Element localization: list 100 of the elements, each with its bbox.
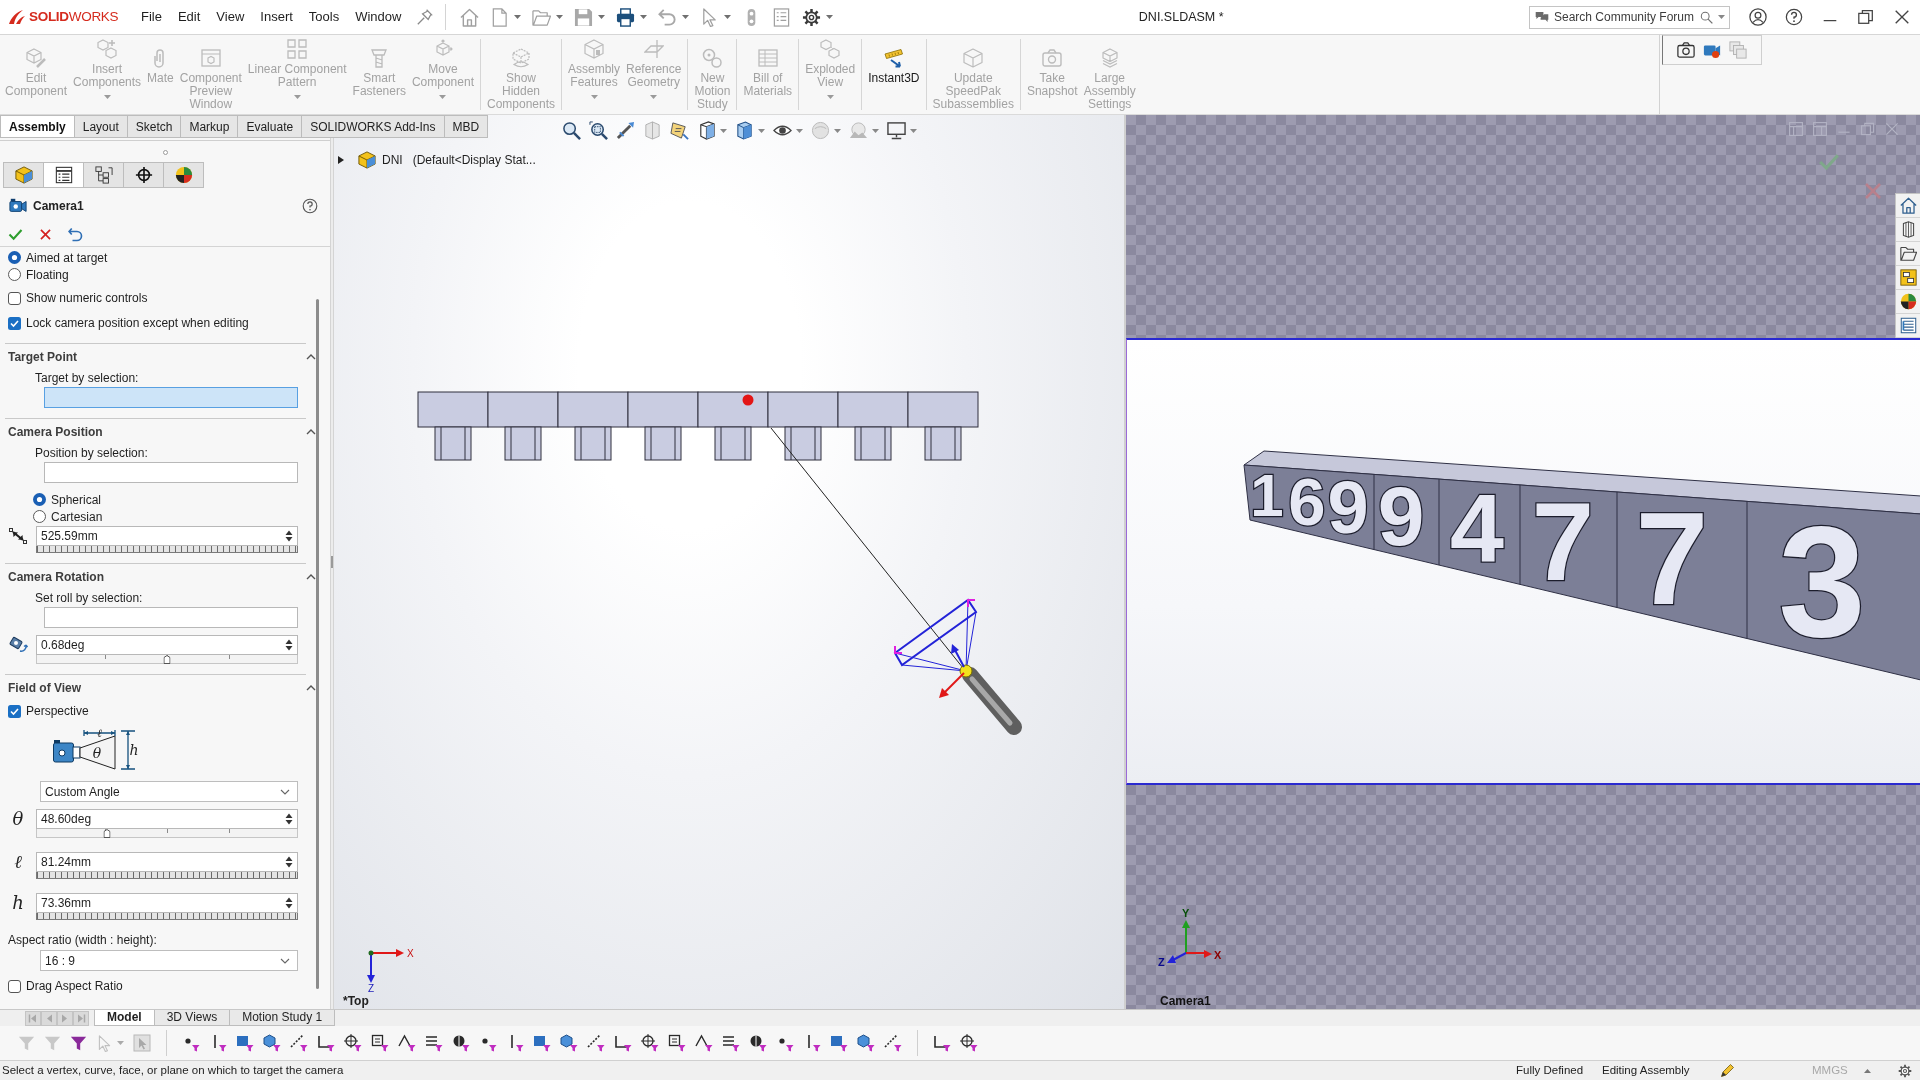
thumbwheel[interactable] [36,546,298,553]
selection-filter-icon[interactable] [933,1034,951,1052]
selection-filter-icon[interactable] [749,1034,767,1052]
selection-filter-icon[interactable] [398,1034,416,1052]
list-icon[interactable] [772,7,792,27]
user-icon[interactable] [1749,8,1767,26]
toolbar-button[interactable]: Instant3D [865,35,923,114]
thumbwheel[interactable] [36,913,298,920]
zoom-icon[interactable] [562,121,581,140]
caret-icon[interactable] [724,15,732,19]
tab[interactable]: 3D Views [153,1010,231,1026]
help-icon[interactable] [302,197,318,214]
previous-view-icon[interactable] [616,121,635,140]
slider[interactable] [36,655,298,664]
caret-icon[interactable] [640,15,648,19]
menu-item[interactable]: Edit [169,0,209,35]
menu-item[interactable]: Tools [300,0,348,35]
splitter-handle-icon[interactable] [162,150,168,155]
restore-icon[interactable] [1857,8,1875,26]
tab[interactable]: Evaluate [237,115,303,138]
checkbox[interactable] [8,316,21,330]
folder-icon[interactable] [1899,245,1917,262]
tab[interactable]: Markup [180,115,239,138]
shaded-cube-icon[interactable] [735,121,754,140]
menu-item[interactable]: Window [347,0,410,35]
slider[interactable] [36,829,298,838]
selection-filter-icon[interactable] [695,1034,713,1052]
print-icon[interactable] [616,7,636,27]
settings-icon[interactable] [802,7,822,27]
number-field[interactable]: 81.24mm [36,852,298,872]
tab[interactable]: Layout [73,115,128,138]
selection-filter-icon[interactable] [317,1034,335,1052]
caret-icon[interactable] [910,128,917,133]
caret-icon[interactable] [1718,15,1725,19]
menu-item[interactable]: View [208,0,253,35]
home-icon[interactable] [460,7,480,27]
caret-icon[interactable] [556,15,564,19]
settings-icon[interactable] [1898,1063,1912,1078]
option-label[interactable]: Drag Aspect Ratio [26,977,123,995]
number-field[interactable]: 73.36mm [36,893,298,913]
thumbwheel[interactable] [36,872,298,879]
selection-filter-icon[interactable] [641,1034,659,1052]
panel-tab[interactable] [123,162,164,188]
chevron-up-icon[interactable] [306,685,316,691]
caret-icon[interactable] [796,128,803,133]
slider-thumb[interactable] [163,655,171,664]
chevron-up-icon[interactable] [306,429,316,435]
funnel-icon[interactable] [70,1034,87,1052]
view-palette-icon[interactable] [1899,269,1917,286]
radio-button[interactable] [8,251,21,264]
selection-filter-icon[interactable] [668,1034,686,1052]
selection-filter-icon[interactable] [560,1034,578,1052]
caret-up-icon[interactable] [1864,1068,1871,1073]
radio-button[interactable] [33,510,46,523]
help-icon[interactable] [1785,8,1803,26]
monitor-icon[interactable] [887,121,906,140]
selection-filter-icon[interactable] [263,1034,281,1052]
undo-icon[interactable] [68,226,83,242]
caret-icon[interactable] [834,128,841,133]
selection-filter-icon[interactable] [614,1034,632,1052]
panel-tab[interactable] [163,162,204,188]
option-label[interactable]: Spherical [51,490,102,509]
option-label[interactable]: Aimed at target [26,248,108,267]
tree-item[interactable]: DNI (Default<Display Stat... [337,151,536,169]
home-icon[interactable] [1899,197,1917,214]
search-icon[interactable] [1700,10,1713,24]
selection-filter-icon[interactable] [722,1034,740,1052]
checkbox[interactable] [8,291,21,305]
view-cube-icon[interactable] [697,121,716,140]
chevron-down-icon[interactable] [280,788,290,795]
selection-filter-icon[interactable] [452,1034,470,1052]
tab[interactable]: Model [94,1010,155,1026]
cancel-icon[interactable] [39,227,52,241]
pencil-icon[interactable] [1720,1063,1735,1078]
panel-tab[interactable] [43,162,84,188]
color-wheel-icon[interactable] [1899,293,1917,310]
tab[interactable]: MBD [443,115,489,138]
list-icon[interactable] [1899,317,1917,334]
camera-icon[interactable] [1677,41,1695,59]
panel-tab[interactable] [83,162,124,188]
number-field[interactable]: 525.59mm [36,526,298,546]
spinner-icon[interactable] [284,812,294,826]
caret-icon[interactable] [720,128,727,133]
selection-filter-icon[interactable] [857,1034,875,1052]
spinner-icon[interactable] [284,638,294,652]
chevron-down-icon[interactable] [280,957,290,964]
caret-icon[interactable] [872,128,879,133]
option-label[interactable]: Perspective [26,702,89,720]
number-field[interactable]: 0.68deg [36,635,298,655]
selection-filter-icon[interactable] [425,1034,443,1052]
tab[interactable]: Assembly [0,115,75,138]
radio-button[interactable] [8,268,21,281]
number-field[interactable]: 48.60deg [36,809,298,829]
chevron-up-icon[interactable] [306,354,316,360]
menu-item[interactable]: File [133,0,170,35]
option-label[interactable]: Cartesian [51,507,103,526]
annotation-icon[interactable] [670,121,689,140]
caret-icon[interactable] [514,15,522,19]
spinner-icon[interactable] [284,896,294,910]
caret-icon[interactable] [598,15,606,19]
